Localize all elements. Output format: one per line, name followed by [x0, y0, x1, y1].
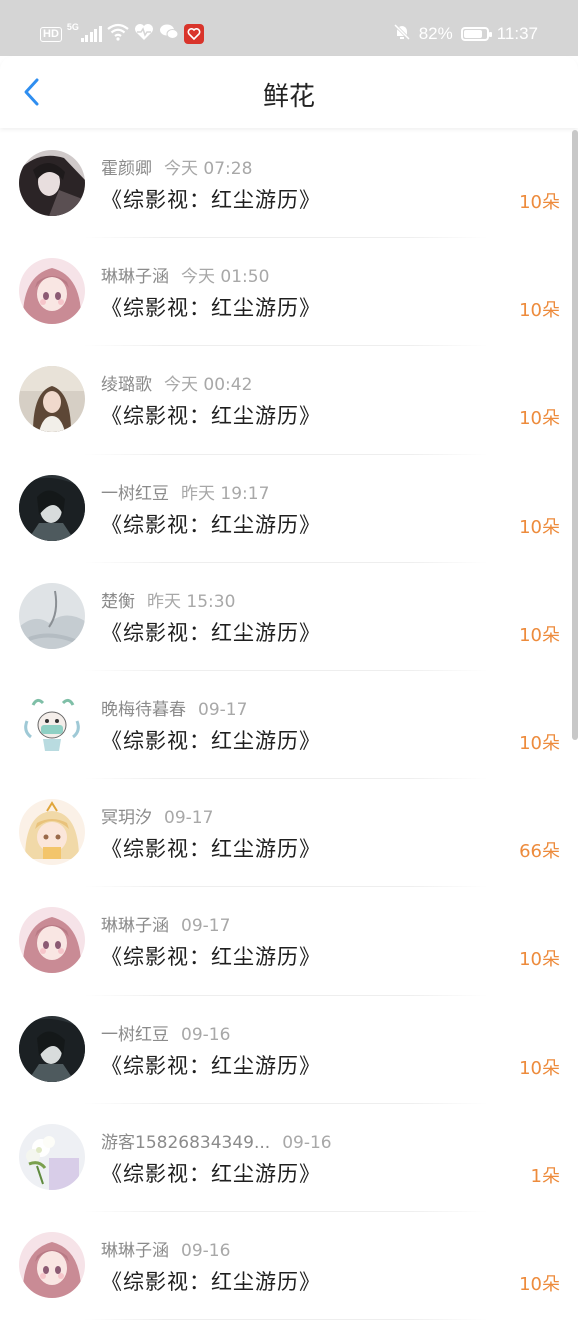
user-line: 绫璐歌 今天 00:42 [101, 370, 252, 395]
book-title: 《综影视：红尘游历》 [101, 620, 321, 645]
list-item[interactable]: 琳琳子涵 09-16 《综影视：红尘游历》 10朵 [0, 1212, 578, 1320]
list-item[interactable]: 晚梅待暮春 09-17 《综影视：红尘游历》 10朵 [0, 671, 578, 780]
wifi-icon [107, 23, 129, 46]
list-item[interactable]: 一树红豆 昨天 19:17 《综影视：红尘游历》 10朵 [0, 455, 578, 563]
flower-count: 10朵 [519, 192, 560, 213]
user-name[interactable]: 游客15826834349... [101, 1133, 270, 1153]
book-title: 《综影视：红尘游历》 [101, 188, 321, 212]
network-type: 5G [66, 22, 79, 32]
avatar-pink-anime-girl[interactable] [19, 907, 85, 974]
book-title: 《综影视：红尘游历》 [101, 1053, 321, 1078]
scrollbar[interactable] [572, 130, 578, 740]
book-title: 《综影视：红尘游历》 [101, 296, 321, 321]
avatar-pink-anime-girl[interactable] [19, 258, 85, 325]
gift-time: 09-16 [282, 1132, 332, 1153]
user-name[interactable]: 晚梅待暮春 [101, 700, 186, 720]
user-line: 楚衡 昨天 15:30 [101, 587, 235, 612]
gift-time: 昨天 15:30 [147, 591, 236, 612]
list-item[interactable]: 一树红豆 09-16 《综影视：红尘游历》 10朵 [0, 996, 578, 1104]
user-name[interactable]: 一树红豆 [101, 484, 169, 504]
user-line: 琳琳子涵 今天 01:50 [101, 262, 269, 287]
user-name[interactable]: 一树红豆 [101, 1025, 169, 1045]
flower-count: 1朵 [530, 1165, 560, 1187]
user-name[interactable]: 琳琳子涵 [101, 916, 169, 936]
book-title: 《综影视：红尘游历》 [101, 1161, 321, 1186]
gift-time: 今天 00:42 [164, 375, 253, 396]
avatar-gothic-girl[interactable] [19, 150, 85, 216]
user-name[interactable]: 琳琳子涵 [101, 267, 169, 287]
user-line: 冥玥汐 09-17 [101, 803, 213, 828]
avatar-pink-anime-girl[interactable] [19, 1231, 85, 1298]
header: 鲜花 [0, 56, 578, 128]
clock: 11:37 [496, 24, 538, 43]
user-name[interactable]: 琳琳子涵 [101, 1241, 169, 1261]
user-name[interactable]: 冥玥汐 [101, 808, 152, 828]
flower-count: 10朵 [519, 516, 560, 538]
flower-count: 66朵 [519, 841, 560, 863]
user-line: 晚梅待暮春 09-17 [101, 695, 247, 720]
list-item[interactable]: 绫璐歌 今天 00:42 《综影视：红尘游历》 10朵 [0, 346, 578, 455]
list-item[interactable]: 琳琳子涵 今天 01:50 《综影视：红尘游历》 10朵 [0, 238, 578, 347]
flower-count: 10朵 [519, 1273, 560, 1295]
user-line: 一树红豆 09-16 [101, 1020, 230, 1045]
list-item[interactable]: 游客15826834349... 09-16 《综影视：红尘游历》 1朵 [0, 1104, 578, 1212]
gift-time: 09-17 [181, 916, 231, 937]
gift-time: 今天 01:50 [181, 267, 270, 288]
avatar-photo-girl[interactable] [19, 366, 85, 433]
signal-icon [80, 26, 102, 42]
status-right: 82% 11:37 [393, 22, 538, 46]
user-line: 一树红豆 昨天 19:17 [101, 479, 269, 504]
hd-badge: HD [40, 26, 62, 42]
mute-bell-icon [393, 23, 411, 46]
book-title: 《综影视：红尘游历》 [101, 945, 321, 970]
avatar-chibi-masked[interactable] [19, 690, 85, 757]
list-item[interactable]: 楚衡 昨天 15:30 《综影视：红尘游历》 10朵 [0, 563, 578, 671]
flower-count: 10朵 [519, 408, 560, 430]
list-item[interactable]: 霍颜卿 今天 07:28 《综影视：红尘游历》 10朵 [0, 130, 578, 239]
avatar-dark-hair-character[interactable] [19, 474, 85, 541]
list-item[interactable]: 冥玥汐 09-17 《综影视：红尘游历》 66朵 [0, 779, 578, 888]
status-bar: HD 5G 82% 11:37 [0, 0, 578, 56]
heart-pulse-icon [134, 23, 154, 46]
avatar-dark-hair-character[interactable] [19, 1015, 85, 1082]
user-line: 琳琳子涵 09-17 [101, 911, 230, 936]
wechat-icon [159, 23, 179, 46]
book-title: 《综影视：红尘游历》 [101, 404, 321, 429]
user-line: 游客15826834349... 09-16 [101, 1128, 332, 1153]
user-line: 霍颜卿 今天 07:28 [101, 154, 252, 179]
book-title: 《综影视：红尘游历》 [101, 1269, 321, 1294]
flower-gift-list: 霍颜卿 今天 07:28 《综影视：红尘游历》 10朵 琳琳子涵 今天 01:50 … [0, 130, 578, 1320]
user-name[interactable]: 霍颜卿 [101, 159, 152, 179]
gift-time: 今天 07:28 [164, 159, 253, 179]
battery-icon [460, 27, 492, 41]
flower-count: 10朵 [519, 300, 560, 322]
user-name[interactable]: 绫璐歌 [101, 375, 152, 395]
user-name[interactable]: 楚衡 [101, 592, 135, 612]
gift-time: 09-16 [181, 1240, 231, 1261]
avatar-flower-bouquet[interactable] [19, 1123, 85, 1190]
flower-count: 10朵 [519, 1057, 560, 1079]
book-title: 《综影视：红尘游历》 [101, 512, 321, 537]
gift-time: 09-17 [164, 808, 214, 829]
page-title: 鲜花 [262, 82, 315, 112]
status-left: HD 5G [40, 22, 204, 46]
app-notification-icon [183, 24, 204, 44]
flower-count: 10朵 [519, 732, 560, 754]
avatar-misty-landscape[interactable] [19, 582, 85, 649]
gift-time: 昨天 19:17 [181, 483, 270, 504]
avatar-blonde-chibi[interactable] [19, 799, 85, 866]
user-line: 琳琳子涵 09-16 [101, 1236, 230, 1261]
book-title: 《综影视：红尘游历》 [101, 837, 321, 862]
flower-count: 10朵 [519, 624, 560, 646]
gift-time: 09-17 [198, 699, 248, 720]
book-title: 《综影视：红尘游历》 [101, 728, 321, 753]
flower-count: 10朵 [519, 949, 560, 971]
gift-time: 09-16 [181, 1024, 231, 1045]
list-item[interactable]: 琳琳子涵 09-17 《综影视：红尘游历》 10朵 [0, 887, 578, 996]
battery-percent: 82% [418, 24, 453, 43]
